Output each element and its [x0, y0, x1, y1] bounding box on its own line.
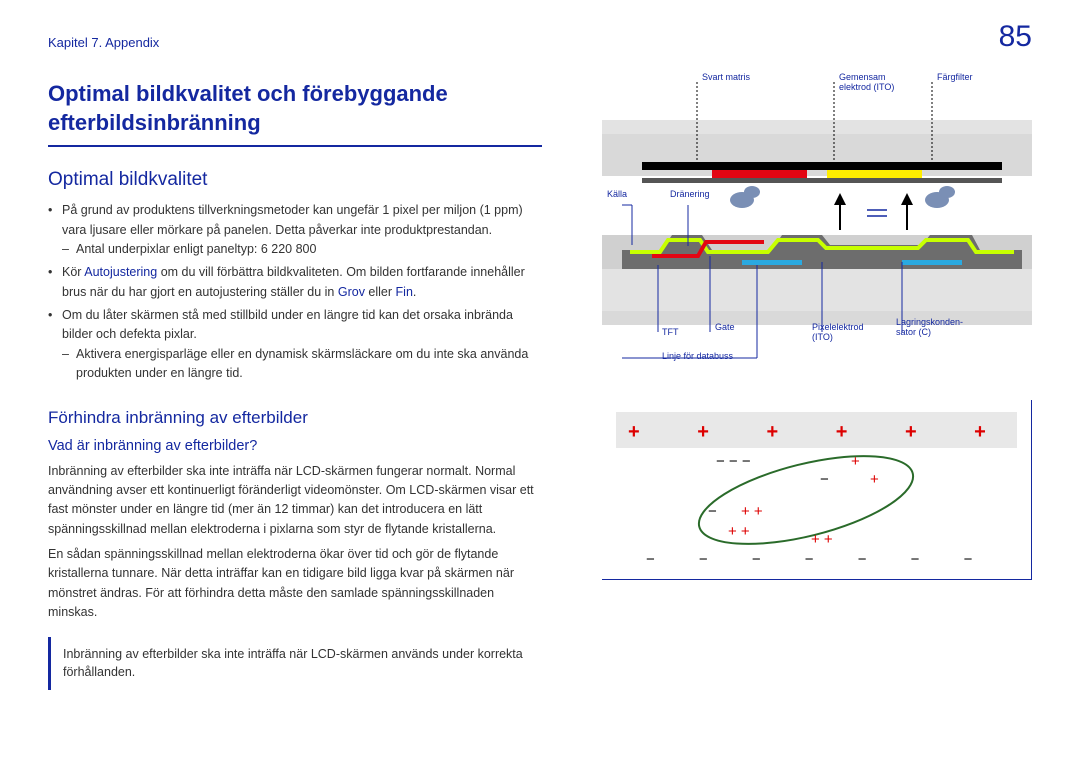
svg-text:−: − — [708, 503, 717, 520]
body-paragraph: En sådan spänningsskillnad mellan elektr… — [48, 545, 542, 623]
sub-bullet: Antal underpixlar enligt paneltyp: 6 220… — [62, 240, 542, 259]
bullet-item: På grund av produktens tillverkningsmeto… — [48, 201, 542, 259]
subsection-heading-what: Vad är inbränning av efterbilder? — [48, 438, 542, 454]
label-lagring: Lagringskonden-sator (C) — [896, 318, 976, 338]
svg-text:+ + + + + + + +: + + + + + + + + — [628, 421, 1016, 443]
page-number: 85 — [999, 20, 1032, 54]
label-gemensam: Gemensam elektrod (ITO) — [839, 73, 899, 93]
sub-bullet: Aktivera energisparläge eller en dynamis… — [62, 345, 542, 384]
label-tft: TFT — [662, 328, 679, 338]
bullet-item: Kör Autojustering om du vill förbättra b… — [48, 263, 542, 302]
bullet-item: Om du låter skärmen stå med stillbild un… — [48, 306, 542, 384]
body-paragraph: Inbränning av efterbilder ska inte inträ… — [48, 462, 542, 540]
svg-text:+ +: + + — [811, 531, 833, 548]
lcd-cross-section-diagram: Svart matris Gemensam elektrod (ITO) Fär… — [602, 70, 1032, 390]
svg-text:+ +: + + — [741, 503, 763, 520]
section-heading-quality: Optimal bildkvalitet — [48, 169, 542, 191]
section-heading-prevent: Förhindra inbränning av efterbilder — [48, 408, 542, 428]
title-rule — [48, 145, 542, 147]
svg-text:− − − − − − − − − −: − − − − − − − − − − — [646, 551, 1016, 568]
label-gate: Gate — [715, 323, 735, 333]
label-kalla: Källa — [607, 190, 627, 200]
voltage-diagram: + + + + + + + + − − − + −+ −+ + + ++ + −… — [602, 400, 1032, 580]
chapter-label: Kapitel 7. Appendix — [48, 35, 159, 50]
page-title: Optimal bildkvalitet och förebyggande ef… — [48, 80, 542, 137]
label-pixel: Pixelelektrod (ITO) — [812, 323, 872, 343]
label-linje: Linje för databuss — [662, 352, 733, 362]
note-box: Inbränning av efterbilder ska inte inträ… — [48, 637, 542, 691]
link-autojustering: Autojustering — [84, 265, 157, 279]
label-dranering: Dränering — [670, 190, 710, 200]
svg-text:+ +: + + — [728, 523, 750, 540]
label-fargfilter: Färgfilter — [937, 73, 973, 83]
label-svart-matris: Svart matris — [702, 73, 750, 83]
svg-text:−: − — [820, 471, 829, 488]
svg-text:− − −: − − − — [716, 453, 751, 470]
svg-text:+: + — [870, 471, 879, 488]
svg-text:+: + — [851, 453, 860, 470]
